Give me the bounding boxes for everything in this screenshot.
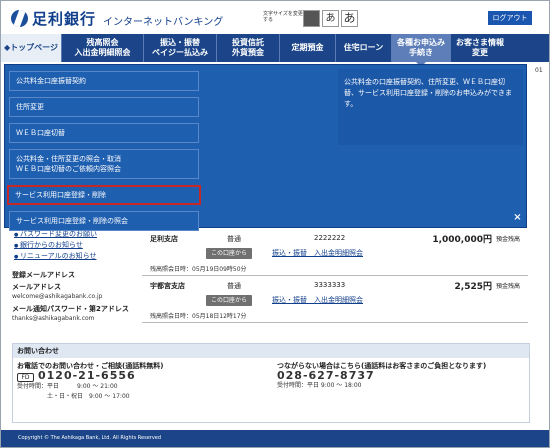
mail-value: welcome@ashikagabank.co.jp <box>12 293 103 300</box>
logout-button[interactable]: ログアウト <box>488 11 532 25</box>
nav-label: 定期預金 <box>291 43 324 52</box>
nav-label: 投資信託 <box>232 38 264 47</box>
account-balance: 2,525円 <box>454 282 492 292</box>
bank-logo[interactable]: 足利銀行 インターネットバンキング <box>11 8 223 29</box>
nav-label: 各種お申込み <box>397 38 445 47</box>
mail-label: メールアドレス <box>12 283 61 291</box>
applications-dropdown: 公共料金口座振替契約 住所変更 ＷＥＢ口座切替 公共料金・住所変更の照会・取消 … <box>4 64 527 231</box>
font-size-small-button[interactable] <box>303 10 320 27</box>
footer: Copyright © The Ashikaga Bank, Ltd. All … <box>1 430 549 447</box>
nav-label: 振込・振替 <box>160 38 200 47</box>
nav-label: 入出金明細照会 <box>74 48 131 57</box>
registered-mail: 登録メールアドレス メールアドレス welcome@ashikagabank.c… <box>12 270 129 324</box>
menu-item-label: ＷＥＢ口座切替のご依頼内容照会 <box>16 165 121 173</box>
account-number: 2222222 <box>314 234 346 242</box>
inquiry-title: お問い合わせ <box>13 344 529 358</box>
account-action-link[interactable]: 振込・振替 入出金明細照会 <box>272 248 363 258</box>
menu-item-web-account-switch[interactable]: ＷＥＢ口座切替 <box>9 123 199 143</box>
copyright: Copyright © The Ashikaga Bank, Ltd. All … <box>18 435 162 441</box>
nav-label: 外貨預金 <box>232 48 264 57</box>
account-updated: 残高照会日時：05月19日09時50分 <box>150 266 247 273</box>
inquiry-box: お問い合わせ お電話でのお問い合わせ・ご相談(通話料無料) FD 0120-21-… <box>12 343 530 423</box>
inquiry-free: お電話でのお問い合わせ・ご相談(通話料無料) FD 0120-21-6556 受付… <box>17 361 163 402</box>
nav-label: 住宅ローン <box>343 43 384 52</box>
account-row: 足利支店 普通 2222222 1,000,000円 預金残高 この口座から 振… <box>142 229 528 276</box>
nav-time-deposit[interactable]: 定期預金 <box>280 34 336 62</box>
renewal-news-link[interactable]: リニューアルのお知らせ <box>14 251 97 262</box>
nav-investment[interactable]: 投資信託 外貨預金 <box>217 34 280 62</box>
nav-balance[interactable]: 残高照会 入出金明細照会 <box>62 34 144 62</box>
account-type: 普通 <box>227 282 241 290</box>
menu-item-service-account-inquiry[interactable]: サービス利用口座登録・削除の照会 <box>9 211 199 231</box>
nav-label: お客さま情報 <box>456 38 504 47</box>
nav-customer-info[interactable]: お客さま情報 変更 <box>451 34 509 62</box>
nav-label: トップページ <box>10 43 58 52</box>
nav-label: 手続き <box>409 48 433 57</box>
registered-mail-title: 登録メールアドレス <box>12 271 75 279</box>
inquiry-paid: つながらない場合はこちら(通話料はお客さまのご負担となります) 028-627-… <box>277 361 486 391</box>
account-list: 足利支店 普通 2222222 1,000,000円 預金残高 この口座から 振… <box>142 229 528 323</box>
close-icon[interactable]: × <box>511 212 524 225</box>
notify-value: thanks@ashikagabank.com <box>12 315 95 322</box>
bank-logo-mark-icon <box>11 10 28 27</box>
header: 足利銀行 インターネットバンキング 文字サイズを変更する あ あ ログアウト <box>1 1 549 33</box>
font-size-label: 文字サイズを変更する <box>263 11 303 23</box>
menu-item-label: 住所変更 <box>16 103 44 111</box>
account-type: 普通 <box>227 235 241 243</box>
dropdown-menu-list: 公共料金口座振替契約 住所変更 ＷＥＢ口座切替 公共料金・住所変更の照会・取消 … <box>7 71 201 237</box>
from-this-account-badge: この口座から <box>206 248 253 259</box>
account-branch: 宇都宮支店 <box>150 282 185 290</box>
menu-item-service-account-registration[interactable]: サービス利用口座登録・削除 <box>7 185 201 205</box>
font-size-large-button[interactable]: あ <box>341 10 358 27</box>
nav-label: 残高照会 <box>86 38 119 47</box>
from-this-account-badge: この口座から <box>206 295 253 306</box>
nav-top-page[interactable]: ◆トップページ <box>1 34 62 62</box>
account-balance: 1,000,000円 <box>432 235 492 245</box>
menu-item-address-change[interactable]: 住所変更 <box>9 97 199 117</box>
menu-item-inquiry-cancel[interactable]: 公共料金・住所変更の照会・取消 ＷＥＢ口座切替のご依頼内容照会 <box>9 149 199 179</box>
global-nav: ◆トップページ 残高照会 入出金明細照会 振込・振替 ペイジー払込み 投資信託 … <box>1 34 549 67</box>
account-action-link[interactable]: 振込・振替 入出金明細照会 <box>272 295 363 305</box>
account-balance-label: 預金残高 <box>496 236 521 243</box>
nav-applications[interactable]: 各種お申込み 手続き <box>392 34 451 67</box>
nav-transfer[interactable]: 振込・振替 ペイジー払込み <box>144 34 217 62</box>
nav-label: 変更 <box>472 48 488 57</box>
account-row: 宇都宮支店 普通 3333333 2,525円 預金残高 この口座から 振込・振… <box>142 276 528 323</box>
bank-news-link[interactable]: 銀行からのお知らせ <box>14 240 97 251</box>
freedial-number[interactable]: 0120-21-6556 <box>38 369 136 382</box>
paid-number[interactable]: 028-627-8737 <box>277 370 486 381</box>
inquiry-hours: 受付時間：平日 9:00 ～ 21:00 <box>17 383 118 390</box>
nav-label: ペイジー払込み <box>152 48 208 57</box>
menu-item-utility-account-transfer[interactable]: 公共料金口座振替契約 <box>9 71 199 91</box>
menu-item-label: サービス利用口座登録・削除 <box>15 191 106 199</box>
menu-item-label: ＷＥＢ口座切替 <box>16 129 65 137</box>
menu-item-label: 公共料金・住所変更の照会・取消 <box>16 155 121 163</box>
service-name: インターネットバンキング <box>103 17 224 28</box>
inquiry-hours: 受付時間：平日 9:00 ～ 18:00 <box>277 382 362 389</box>
notify-label: メール通知パスワード・第2アドレス <box>12 305 129 313</box>
nav-housing-loan[interactable]: 住宅ローン <box>336 34 392 62</box>
bank-name: 足利銀行 <box>32 10 97 28</box>
dropdown-description: 公共料金の口座振替契約、住所変更、ＷＥＢ口座切替、サービス利用口座登録・削除のお… <box>338 69 523 145</box>
account-updated: 残高照会日時：05月18日12時17分 <box>150 313 247 320</box>
freedial-icon: FD <box>17 372 34 382</box>
menu-item-label: サービス利用口座登録・削除の照会 <box>16 217 128 225</box>
menu-item-label: 公共料金口座振替契約 <box>16 77 86 85</box>
account-balance-label: 預金残高 <box>496 283 521 290</box>
partial-text: 01 <box>535 67 543 74</box>
inquiry-hours: 土・日・祝日 9:00 ～ 17:00 <box>17 393 130 400</box>
font-size-medium-button[interactable]: あ <box>322 10 339 27</box>
account-number: 3333333 <box>314 281 346 289</box>
